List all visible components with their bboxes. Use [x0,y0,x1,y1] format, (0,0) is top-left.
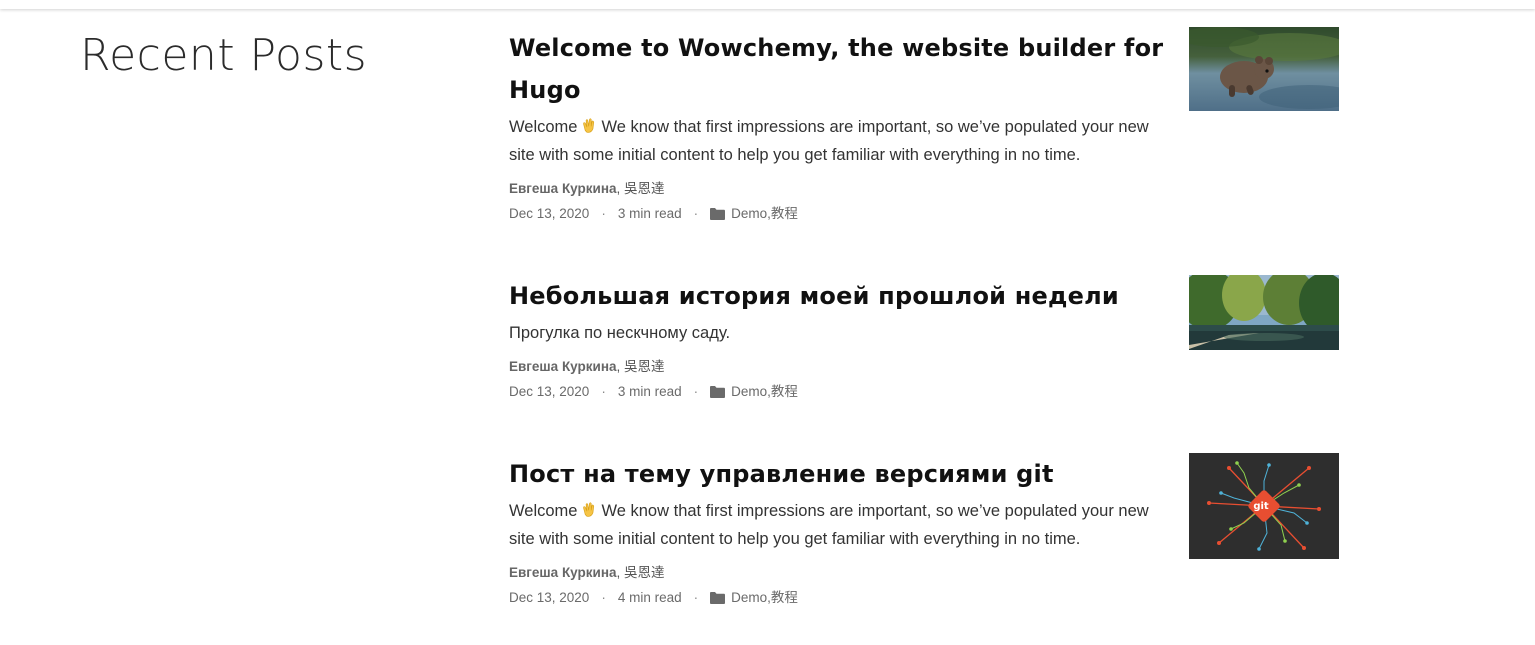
author-separator: , [616,181,624,196]
post-thumbnail[interactable] [1189,27,1339,111]
author-link[interactable]: Евгеша Куркина [509,181,616,196]
author-link[interactable]: 吳恩達 [624,565,665,580]
post-title-link[interactable]: Небольшая история моей прошлой недели [509,275,1169,317]
git-logo-image: git [1189,453,1339,559]
author-separator: , [616,565,624,580]
post-title-link[interactable]: Пост на тему управление версиями git [509,453,1169,495]
post-summary: Welcome We know that first impressions ar… [509,497,1169,553]
post-summary: Welcome We know that first impressions ar… [509,113,1169,169]
post-meta: Dec 13, 2020 · 4 min read · Demo, 教程 [509,589,1169,607]
clapping-hands-icon [583,118,595,133]
category-link[interactable]: 教程 [771,383,798,401]
author-separator: , [616,359,624,374]
post-authors: Евгеша Куркина, 吳恩達 [509,180,1169,198]
meta-separator: · [601,590,606,605]
post-thumbnail[interactable] [1189,275,1339,350]
read-time: 4 min read [617,590,682,605]
post-date: Dec 13, 2020 [509,590,590,605]
read-time: 3 min read [617,384,682,399]
garden-pond-image [1189,275,1339,350]
category-link[interactable]: 教程 [771,589,798,607]
author-link[interactable]: 吳恩達 [624,181,665,196]
bear-cub-running-image [1189,27,1339,111]
clapping-hands-icon [583,502,595,517]
author-link[interactable]: Евгеша Куркина [509,359,616,374]
post-item: Пост на тему управление версиями git Wel… [509,453,1339,607]
folder-icon [710,592,726,604]
post-item: Welcome to Wowchemy, the website builder… [509,27,1339,223]
author-link[interactable]: Евгеша Куркина [509,565,616,580]
post-meta: Dec 13, 2020 · 3 min read · Demo, 教程 [509,205,1169,223]
post-authors: Евгеша Куркина, 吳恩達 [509,564,1169,582]
summary-text-start: Welcome [509,502,578,520]
category-link[interactable]: Demo [731,205,767,223]
post-item: Небольшая история моей прошлой недели Пр… [509,275,1339,401]
summary-text-end: We know that first impressions are impor… [509,502,1149,548]
post-thumbnail[interactable]: git [1189,453,1339,559]
meta-separator: · [601,206,606,221]
git-logo-text: git [1253,501,1269,512]
post-summary: Прогулка по нескчному саду. [509,319,1169,347]
summary-text-end: We know that first impressions are impor… [509,118,1149,164]
meta-separator: · [693,384,699,399]
post-title-link[interactable]: Welcome to Wowchemy, the website builder… [509,27,1169,111]
folder-icon [710,208,726,220]
post-meta: Dec 13, 2020 · 3 min read · Demo, 教程 [509,383,1169,401]
post-date: Dec 13, 2020 [509,206,590,221]
section-title: Recent Posts [80,30,368,81]
top-navbar [0,0,1535,9]
category-link[interactable]: Demo [731,589,767,607]
summary-text-start: Welcome [509,118,578,136]
category-link[interactable]: 教程 [771,205,798,223]
read-time: 3 min read [617,206,682,221]
meta-separator: · [693,206,699,221]
folder-icon [710,386,726,398]
author-link[interactable]: 吳恩達 [624,359,665,374]
post-authors: Евгеша Куркина, 吳恩達 [509,358,1169,376]
post-date: Dec 13, 2020 [509,384,590,399]
summary-text-start: Прогулка по нескчному саду. [509,324,731,342]
meta-separator: · [601,384,606,399]
category-link[interactable]: Demo [731,383,767,401]
meta-separator: · [693,590,699,605]
